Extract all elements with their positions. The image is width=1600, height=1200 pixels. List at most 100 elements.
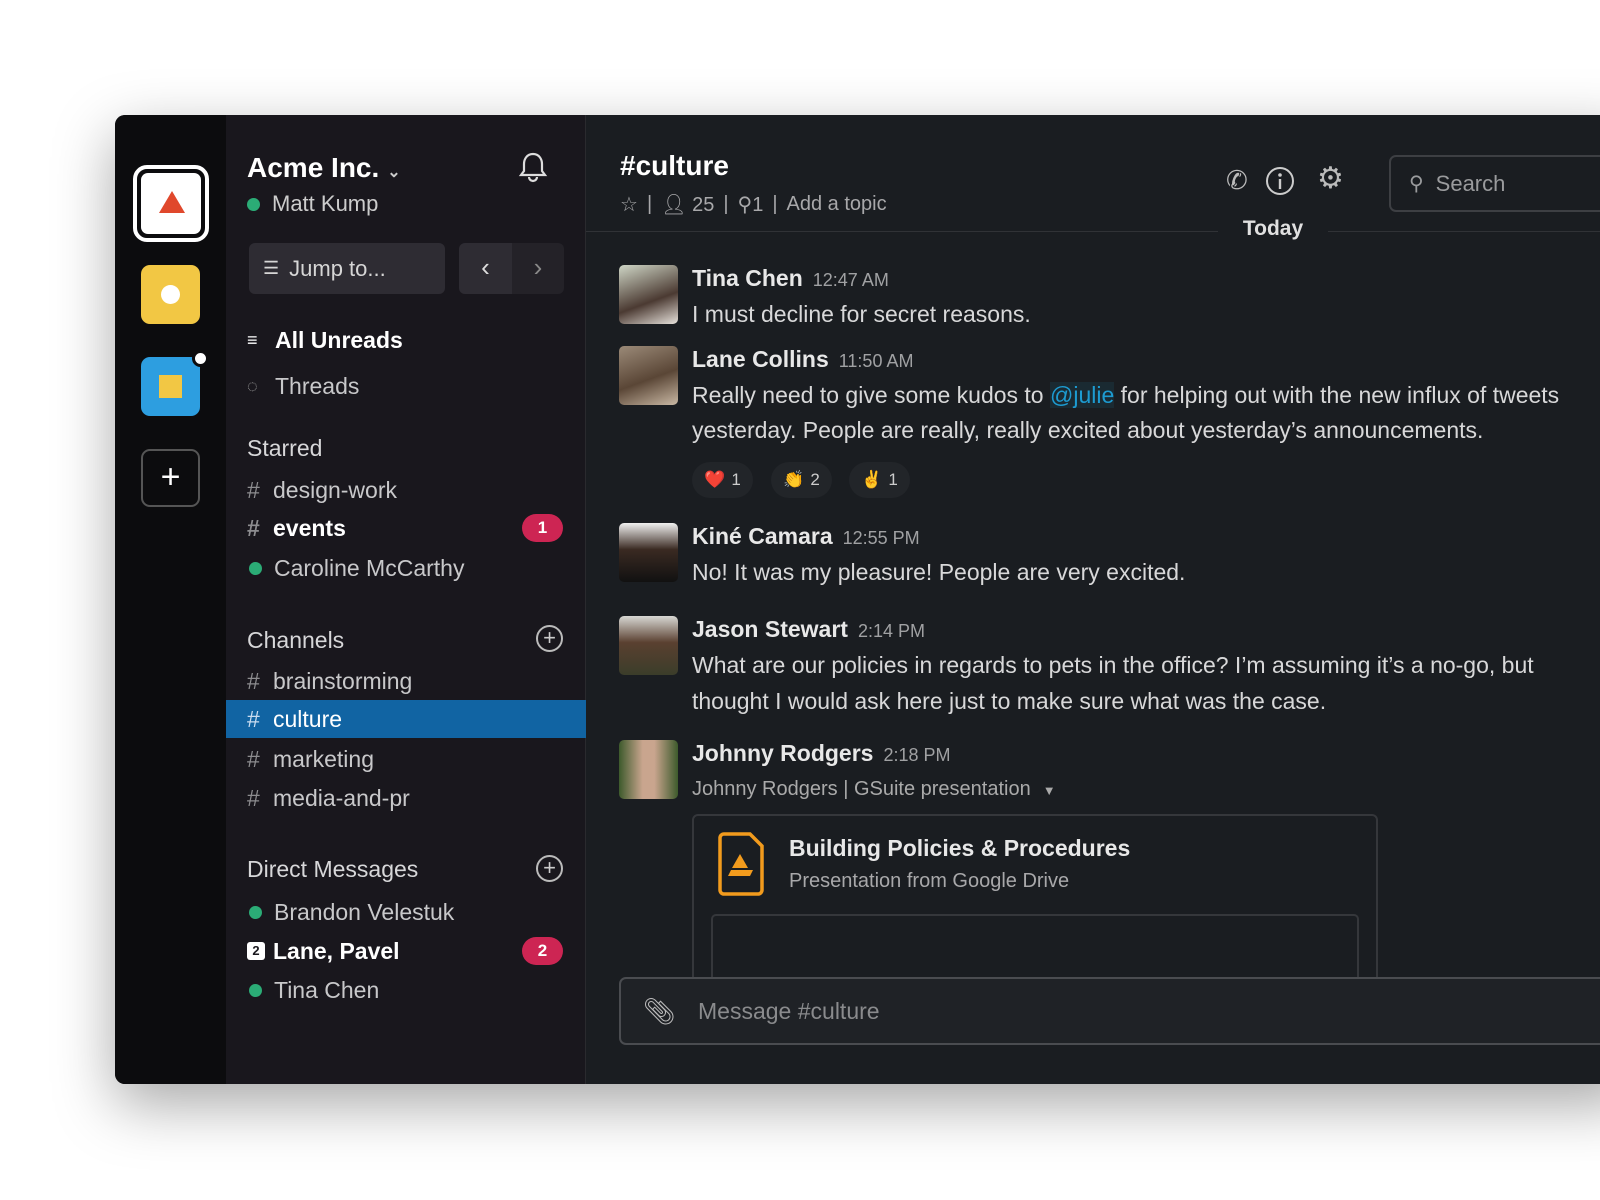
message-author[interactable]: Kiné Camara 12:55 PM <box>692 523 920 550</box>
sep: | <box>772 193 778 215</box>
sidebar-item-culture[interactable]: # culture <box>226 700 586 738</box>
workspace-rail: + <box>115 115 226 1084</box>
section-direct-messages[interactable]: Direct Messages <box>247 856 418 883</box>
member-count: 25 <box>692 194 715 216</box>
jump-to-button[interactable]: ☰ Jump to... <box>249 243 445 294</box>
message-text: What are our policies in regards to pets… <box>692 652 1534 678</box>
channel-meta: ☆ | 👤︎ 25 | ⚲1 | Add a topic <box>620 192 887 217</box>
unreads-icon: ≡ <box>247 329 258 350</box>
hash-icon: # <box>247 705 260 732</box>
sidebar-item-all-unreads[interactable]: ≡ All Unreads <box>226 321 586 359</box>
message-text: Really need to give some kudos to @julie… <box>692 382 1559 409</box>
message-text: yesterday. People are really, really exc… <box>692 417 1484 443</box>
workspace-name: Acme Inc. <box>247 152 380 183</box>
reaction-count: 1 <box>888 470 898 489</box>
avatar-kine-camara[interactable] <box>619 523 678 582</box>
google-drive-file-icon <box>718 832 764 896</box>
reaction-clap[interactable]: 👏 2 <box>771 462 832 498</box>
phone-icon[interactable]: ✆ <box>1226 165 1248 196</box>
section-channels[interactable]: Channels <box>247 627 344 654</box>
add-dm-icon[interactable]: + <box>536 855 563 882</box>
attachment-subtitle: Presentation from Google Drive <box>789 870 1070 892</box>
forward-button[interactable]: › <box>512 243 564 294</box>
app-window: + Acme Inc. ⌄ Matt Kump ☰ Jump to... ‹ › ≡… <box>115 115 1600 1084</box>
workspace-menu[interactable]: Acme Inc. ⌄ <box>247 152 401 184</box>
channel-view: #culture ☆ | 👤︎ 25 | ⚲1 | Add a topic ✆ ⚙ ⚲… <box>586 115 1600 1084</box>
threads-icon: ◌ <box>247 375 258 396</box>
sidebar-item-media-and-pr[interactable]: # media-and-pr <box>226 779 586 817</box>
avatar-tina-chen[interactable] <box>619 265 678 324</box>
workspace-yellow[interactable] <box>141 265 200 324</box>
caret-down-icon: ▼ <box>1042 783 1056 798</box>
paperclip-icon[interactable]: 📎︎ <box>643 996 676 1027</box>
sidebar-item-brainstorming[interactable]: # brainstorming <box>226 662 586 700</box>
heart-icon: ❤️ <box>704 470 726 489</box>
sidebar-item-brandon-velestuk[interactable]: Brandon Velestuk <box>226 893 586 931</box>
reaction-count: 1 <box>731 470 741 489</box>
mention-link[interactable]: @julie <box>1049 382 1115 408</box>
add-channel-icon[interactable]: + <box>536 625 563 652</box>
author-name: Jason Stewart <box>692 616 848 642</box>
message-author[interactable]: Johnny Rodgers 2:18 PM <box>692 740 951 767</box>
message-author[interactable]: Lane Collins 11:50 AM <box>692 346 913 373</box>
search-input[interactable]: ⚲ Search <box>1389 155 1600 212</box>
timestamp[interactable]: 12:47 AM <box>813 270 889 290</box>
timestamp[interactable]: 2:18 PM <box>883 745 950 765</box>
author-name: Johnny Rodgers <box>692 740 874 766</box>
message-author[interactable]: Tina Chen 12:47 AM <box>692 265 889 292</box>
reaction-heart[interactable]: ❤️ 1 <box>692 462 753 498</box>
star-icon[interactable]: ☆ <box>620 192 638 217</box>
sidebar-item-events[interactable]: # events 1 <box>226 509 586 547</box>
message-text: I must decline for secret reasons. <box>692 301 1031 327</box>
group-dm-icon: 2 <box>247 942 265 960</box>
text: for helping out with the new influx of t… <box>1114 382 1560 408</box>
presence-dot <box>247 197 260 211</box>
hash-icon: # <box>247 667 260 694</box>
gear-icon[interactable]: ⚙ <box>1317 161 1344 196</box>
timestamp[interactable]: 2:14 PM <box>858 621 925 641</box>
sidebar-item-marketing[interactable]: # marketing <box>226 740 586 778</box>
workspace-acme[interactable] <box>133 165 209 242</box>
channel-title: #culture <box>620 150 729 181</box>
workspace-blue[interactable] <box>141 350 209 416</box>
sidebar-item-design-work[interactable]: # design-work <box>226 471 586 509</box>
message-author[interactable]: Jason Stewart 2:14 PM <box>692 616 925 643</box>
bell-icon[interactable] <box>518 151 548 183</box>
sep: | <box>646 193 653 215</box>
day-divider-line <box>586 231 1600 232</box>
avatar-johnny-rodgers[interactable] <box>619 740 678 799</box>
pins-button[interactable]: ⚲1 <box>738 192 764 217</box>
sidebar-item-lane-pavel[interactable]: 2 Lane, Pavel 2 <box>226 932 586 970</box>
members-button[interactable]: 👤︎ 25 <box>661 192 714 217</box>
presence-dot <box>249 983 262 997</box>
reaction-count: 2 <box>810 470 820 489</box>
attachment-title[interactable]: Building Policies & Procedures <box>789 835 1130 862</box>
add-topic-link[interactable]: Add a topic <box>787 193 887 216</box>
add-workspace-button[interactable]: + <box>141 449 200 507</box>
hash-icon: # <box>247 514 260 541</box>
sidebar: Acme Inc. ⌄ Matt Kump ☰ Jump to... ‹ › ≡ Al… <box>226 115 586 1084</box>
pin-count: 1 <box>752 194 764 216</box>
hash-icon: # <box>247 784 260 811</box>
sidebar-item-tina-chen[interactable]: Tina Chen <box>226 971 586 1009</box>
timestamp[interactable]: 12:55 PM <box>843 528 920 548</box>
avatar-jason-stewart[interactable] <box>619 616 678 675</box>
search-placeholder: Search <box>1435 170 1506 196</box>
section-starred[interactable]: Starred <box>247 435 322 462</box>
reaction-victory[interactable]: ✌️ 1 <box>849 462 910 498</box>
label: Caroline McCarthy <box>274 554 465 581</box>
timestamp[interactable]: 11:50 AM <box>839 351 914 371</box>
label: Threads <box>275 372 360 399</box>
pin-icon: ⚲ <box>737 194 753 216</box>
sidebar-item-threads[interactable]: ◌ Threads <box>226 367 586 405</box>
back-button[interactable]: ‹ <box>459 243 512 294</box>
avatar-lane-collins[interactable] <box>619 346 678 405</box>
message-input[interactable]: 📎︎ Message #culture <box>619 977 1600 1045</box>
label: design-work <box>273 476 397 503</box>
user-status[interactable]: Matt Kump <box>247 191 378 217</box>
search-icon: ⚲ <box>1409 173 1424 195</box>
sidebar-item-caroline-mccarthy[interactable]: Caroline McCarthy <box>226 549 586 587</box>
attachment-source[interactable]: Johnny Rodgers | GSuite presentation ▼ <box>692 778 1056 801</box>
label: marketing <box>273 745 374 772</box>
info-icon[interactable] <box>1265 166 1295 196</box>
